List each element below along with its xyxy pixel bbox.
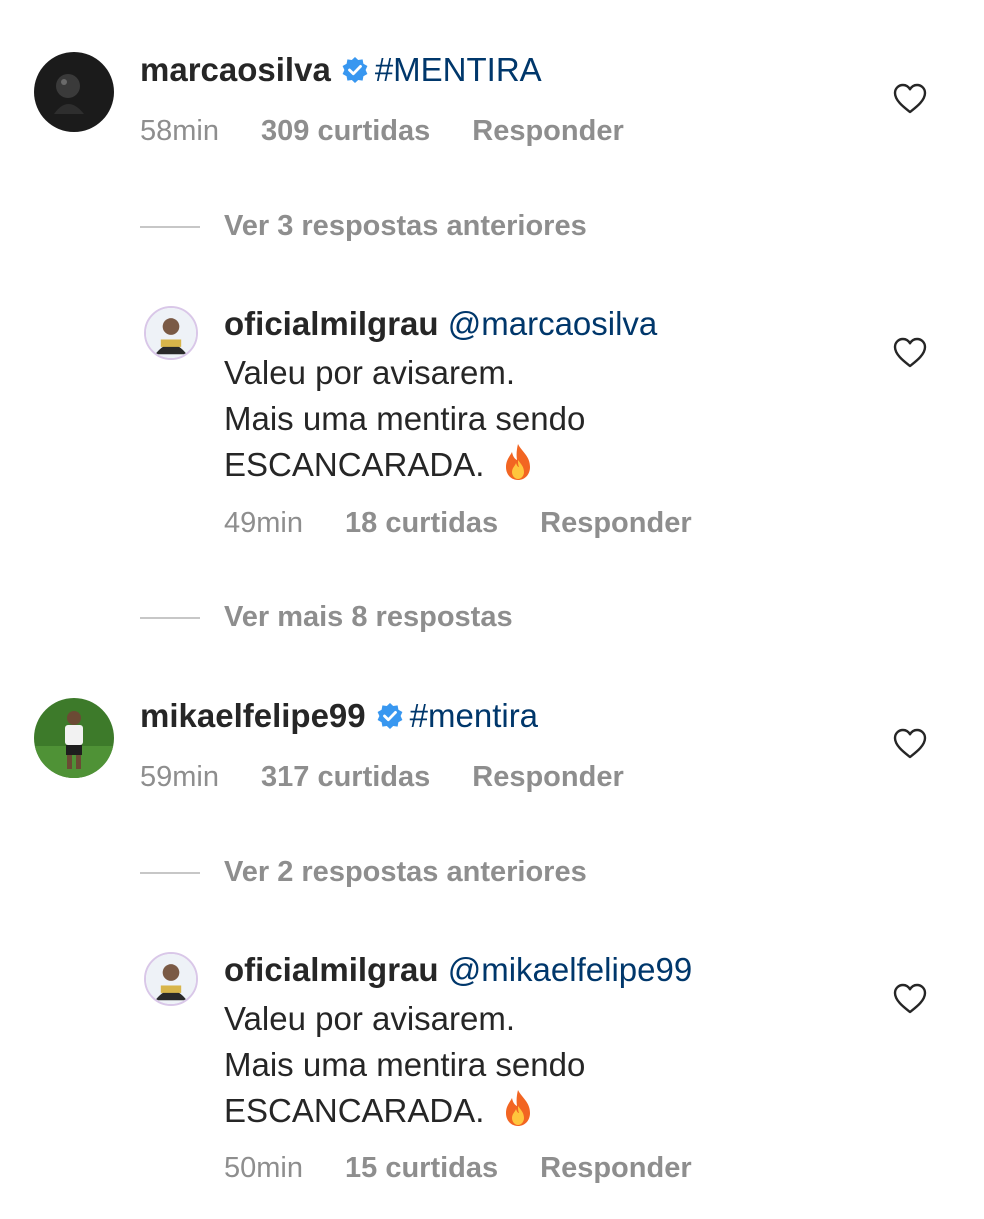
avatar-mikaelfelipe99[interactable] [34, 698, 114, 778]
verified-badge-icon [376, 702, 404, 730]
divider-line [140, 617, 200, 620]
heart-icon[interactable] [893, 983, 927, 1015]
view-more-replies[interactable]: Ver mais 8 respostas [140, 600, 513, 634]
reply-username[interactable]: oficialmilgrau [224, 305, 439, 342]
comment-likes[interactable]: 317 curtidas [261, 761, 430, 793]
reply-button[interactable]: Responder [472, 115, 623, 147]
avatar-marcaosilva[interactable] [34, 52, 114, 132]
view-previous-replies[interactable]: Ver 2 respostas anteriores [140, 855, 587, 889]
comment-time: 58min [140, 115, 219, 147]
reply-username[interactable]: oficialmilgrau [224, 951, 439, 988]
reply-time: 49min [224, 507, 303, 539]
comment-time: 59min [140, 761, 219, 793]
reply-text: Valeu por avisarem. Mais uma mentira sen… [224, 350, 585, 488]
verified-badge-icon [341, 56, 369, 84]
reply-button[interactable]: Responder [540, 1152, 691, 1184]
heart-icon[interactable] [893, 83, 927, 115]
reply-text-line: Mais uma mentira sendo [224, 400, 586, 437]
comment-likes[interactable]: 309 curtidas [261, 115, 430, 147]
reply-text-line: ESCANCARADA. [224, 446, 485, 483]
view-replies-label: Ver 2 respostas anteriores [224, 856, 587, 888]
heart-icon[interactable] [893, 728, 927, 760]
reply-button[interactable]: Responder [540, 507, 691, 539]
reply-mention[interactable]: @marcaosilva [448, 305, 658, 342]
reply-likes[interactable]: 15 curtidas [345, 1152, 498, 1184]
reply-text-line: Mais uma mentira sendo [224, 1046, 586, 1083]
reply-text: Valeu por avisarem. Mais uma mentira sen… [224, 996, 585, 1134]
view-more-label: Ver mais 8 respostas [224, 601, 513, 633]
avatar-oficialmilgrau[interactable] [144, 952, 198, 1006]
reply-button[interactable]: Responder [472, 761, 623, 793]
comment-hashtag[interactable]: #MENTIRA [375, 51, 542, 88]
comment-username[interactable]: mikaelfelipe99 [140, 697, 366, 734]
reply-time: 50min [224, 1152, 303, 1184]
comment-username[interactable]: marcaosilva [140, 51, 331, 88]
view-replies-label: Ver 3 respostas anteriores [224, 210, 587, 242]
comment-hashtag[interactable]: #mentira [410, 697, 538, 734]
reply-text-line: Valeu por avisarem. [224, 1000, 516, 1037]
view-previous-replies[interactable]: Ver 3 respostas anteriores [140, 209, 587, 243]
reply-likes[interactable]: 18 curtidas [345, 507, 498, 539]
divider-line [140, 872, 200, 875]
reply-text-line: Valeu por avisarem. [224, 354, 516, 391]
heart-icon[interactable] [893, 337, 927, 369]
reply-text-line: ESCANCARADA. [224, 1092, 485, 1129]
fire-emoji-icon [500, 1088, 536, 1128]
reply-mention[interactable]: @mikaelfelipe99 [448, 951, 692, 988]
avatar-oficialmilgrau[interactable] [144, 306, 198, 360]
divider-line [140, 226, 200, 229]
fire-emoji-icon [500, 442, 536, 482]
